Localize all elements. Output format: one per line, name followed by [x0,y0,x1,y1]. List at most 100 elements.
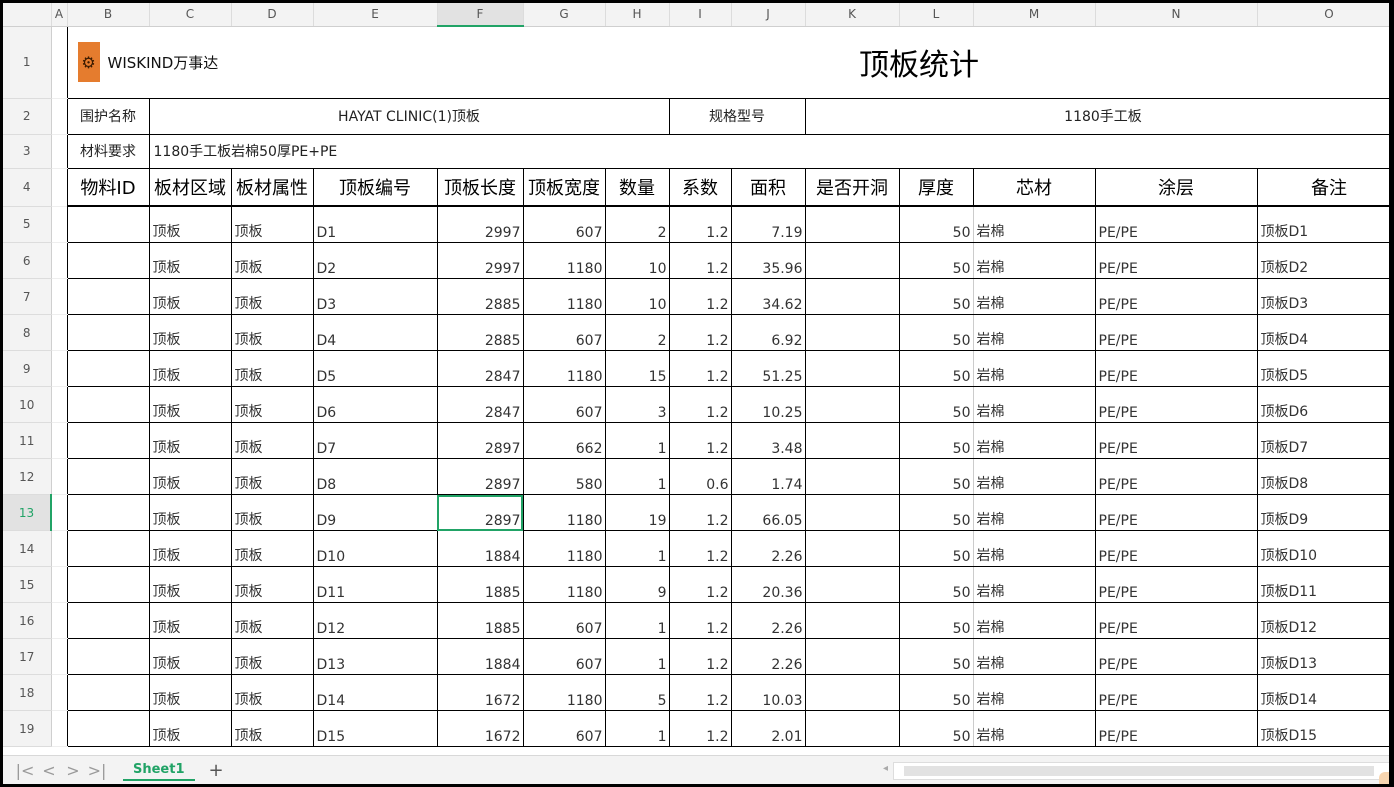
cell-length[interactable]: 1885 [437,602,524,639]
cell-id[interactable] [66,674,150,711]
cell-attr[interactable]: 顶板 [231,710,314,747]
enclosure-name-label[interactable]: 围护名称 [66,97,150,135]
cell-note[interactable]: 顶板D14 [1257,674,1389,711]
cell[interactable] [51,350,67,387]
header-cell[interactable]: 顶板编号 [312,167,438,207]
sheet-tab-sheet1[interactable]: Sheet1 [123,760,195,781]
cell-note[interactable]: 顶板D4 [1257,314,1389,351]
cell-id[interactable] [66,206,150,243]
cell-hole[interactable] [805,710,900,747]
column-header-a[interactable]: A [51,3,68,27]
cell-area[interactable]: 2.26 [731,530,806,567]
cell-attr[interactable]: 顶板 [231,350,314,387]
cell-coat[interactable]: PE/PE [1095,458,1258,495]
cell-area[interactable]: 66.05 [731,494,806,531]
column-header-n[interactable]: N [1095,3,1258,27]
column-header-m[interactable]: M [973,3,1096,27]
column-header-h[interactable]: H [605,3,670,27]
cell-note[interactable]: 顶板D7 [1257,422,1389,459]
cell-thick[interactable]: 50 [899,674,974,711]
cell-id[interactable] [66,566,150,603]
cell-core[interactable]: 岩棉 [973,242,1096,279]
row-header[interactable]: 18 [3,674,52,711]
cell-qty[interactable]: 3 [605,386,670,423]
cell-hole[interactable] [805,386,900,423]
cell-code[interactable]: D6 [313,386,438,423]
row-header[interactable]: 6 [3,242,52,279]
row-header[interactable]: 8 [3,314,52,351]
cell-thick[interactable]: 50 [899,494,974,531]
cell-coef[interactable]: 1.2 [669,602,732,639]
cell-core[interactable]: 岩棉 [973,206,1096,243]
cell-area[interactable]: 7.19 [731,206,806,243]
cell-id[interactable] [66,386,150,423]
cell-core[interactable]: 岩棉 [973,602,1096,639]
row-header[interactable]: 19 [3,710,52,747]
cell-thick[interactable]: 50 [899,314,974,351]
cell[interactable] [51,314,67,351]
cell-note[interactable]: 顶板D1 [1257,206,1389,243]
column-header-k[interactable]: K [805,3,900,27]
cell-thick[interactable]: 50 [899,638,974,675]
column-header-c[interactable]: C [149,3,232,27]
cell-id[interactable] [66,458,150,495]
cell-id[interactable] [66,494,150,531]
cell-length[interactable]: 2897 [437,422,524,459]
header-cell[interactable]: 顶板宽度 [522,167,606,207]
cell-area[interactable]: 10.25 [731,386,806,423]
cell-code[interactable]: D7 [313,422,438,459]
cell-id[interactable] [66,242,150,279]
cell-width[interactable]: 607 [523,386,606,423]
cell-width[interactable]: 1180 [523,350,606,387]
cell-length[interactable]: 1885 [437,566,524,603]
cell-coef[interactable]: 1.2 [669,422,732,459]
last-sheet-nav-icon[interactable]: >| [85,761,109,780]
cell-length[interactable]: 2847 [437,386,524,423]
cell-core[interactable]: 岩棉 [973,674,1096,711]
cell-length[interactable]: 1672 [437,674,524,711]
cell-code[interactable]: D13 [313,638,438,675]
cell-hole[interactable] [805,494,900,531]
column-header-i[interactable]: I [669,3,732,27]
cell-area[interactable]: 2.26 [731,638,806,675]
cell-hole[interactable] [805,350,900,387]
cell-coat[interactable]: PE/PE [1095,350,1258,387]
row-header[interactable]: 15 [3,566,52,603]
cell-width[interactable]: 1180 [523,674,606,711]
column-header-j[interactable]: J [731,3,806,27]
cell-coat[interactable]: PE/PE [1095,674,1258,711]
scroll-left-icon[interactable]: ◂ [883,763,888,774]
sheet-title[interactable]: 顶板统计 [437,25,1389,98]
first-sheet-nav-icon[interactable]: |< [13,761,37,780]
cell-width[interactable]: 1180 [523,494,606,531]
cell-thick[interactable]: 50 [899,566,974,603]
cell-id[interactable] [66,530,150,567]
cell-hole[interactable] [805,530,900,567]
cell-length[interactable]: 2997 [437,242,524,279]
cell-qty[interactable]: 19 [605,494,670,531]
cell-attr[interactable]: 顶板 [231,530,314,567]
cell-region[interactable]: 顶板 [149,206,232,243]
cell-core[interactable]: 岩棉 [973,530,1096,567]
cell-coef[interactable]: 1.2 [669,530,732,567]
cell-length[interactable]: 2885 [437,314,524,351]
cell-width[interactable]: 662 [523,422,606,459]
cell-coat[interactable]: PE/PE [1095,206,1258,243]
cell-coef[interactable]: 1.2 [669,494,732,531]
header-cell[interactable]: 顶板长度 [436,167,524,207]
cell-width[interactable]: 607 [523,206,606,243]
cell-region[interactable]: 顶板 [149,278,232,315]
cell-area[interactable]: 6.92 [731,314,806,351]
cell-id[interactable] [66,314,150,351]
cell-area[interactable]: 10.03 [731,674,806,711]
cell[interactable] [51,566,67,603]
cell-thick[interactable]: 50 [899,350,974,387]
cell-core[interactable]: 岩棉 [973,350,1096,387]
cell-core[interactable]: 岩棉 [973,314,1096,351]
cell-note[interactable]: 顶板D13 [1257,638,1389,675]
cell-qty[interactable]: 1 [605,638,670,675]
cell-core[interactable]: 岩棉 [973,422,1096,459]
cell-id[interactable] [66,422,150,459]
material-req-label[interactable]: 材料要求 [66,133,150,169]
cell-width[interactable]: 607 [523,710,606,747]
